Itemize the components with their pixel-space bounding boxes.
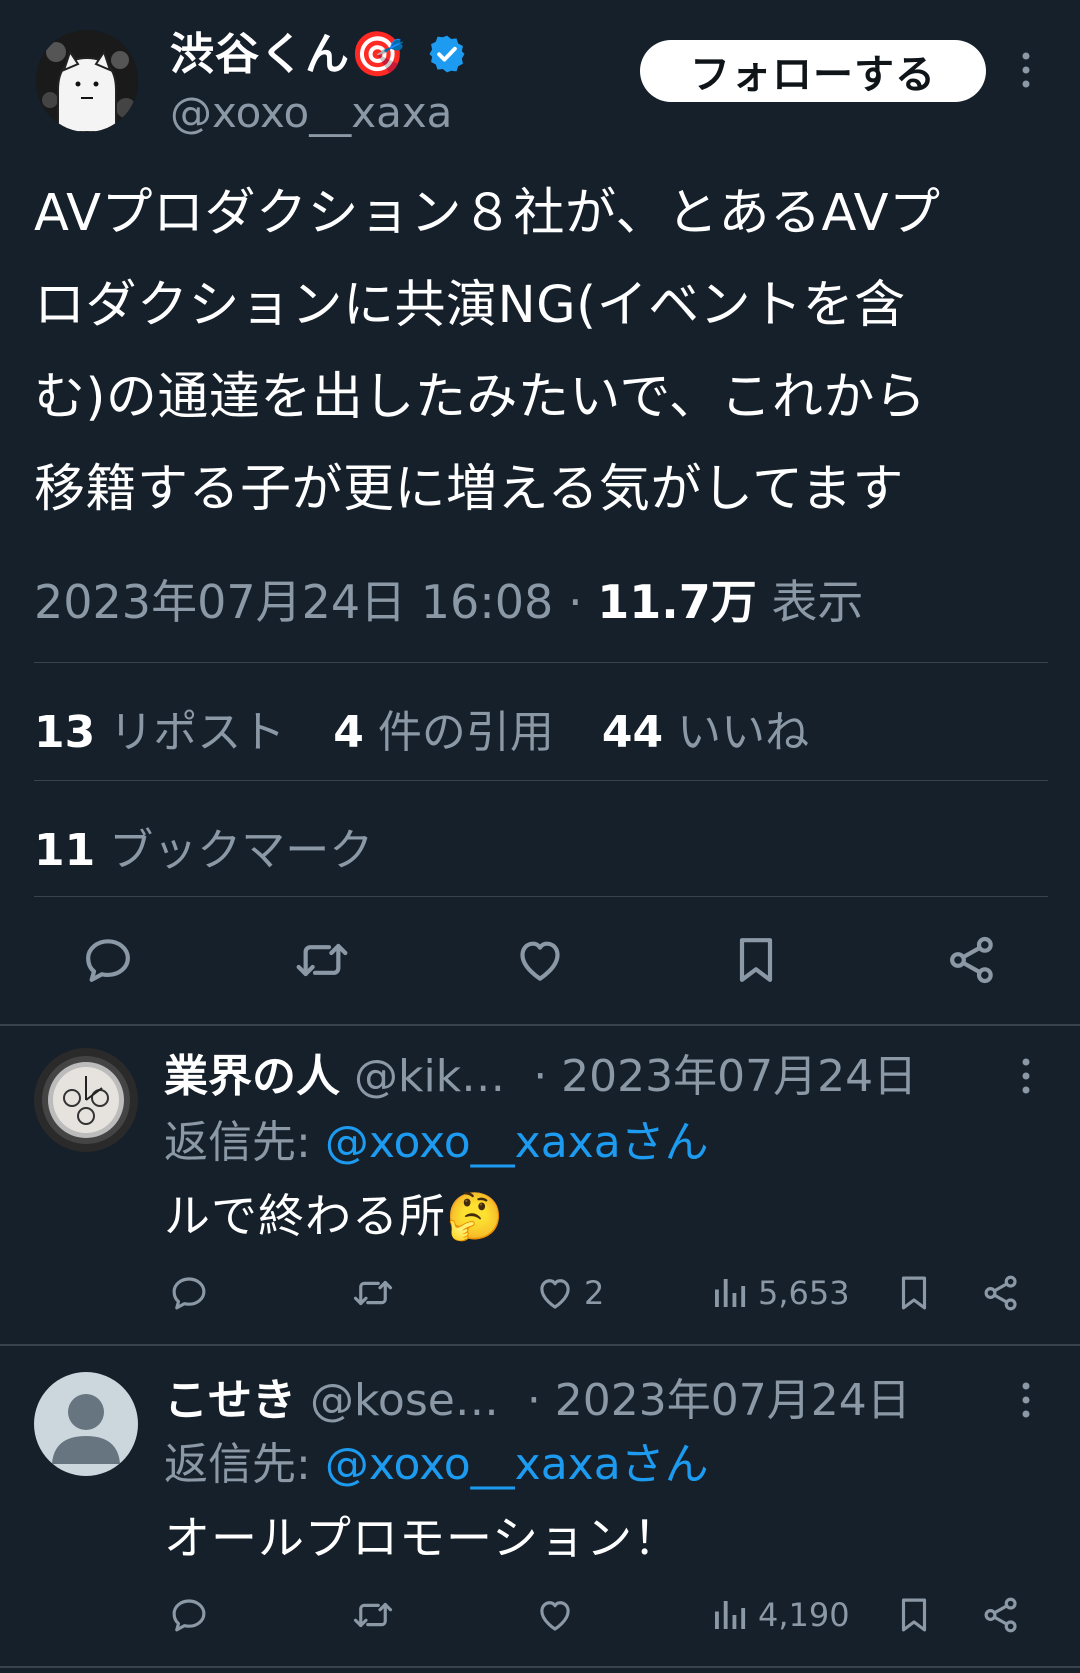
views-count: 11.7万 [597, 575, 757, 629]
divider [0, 1344, 1080, 1346]
like-icon[interactable] [512, 932, 568, 988]
reply-like-count: 2 [584, 1274, 605, 1312]
tweet-text-line: AVプロダクション８社が、とあるAVプ [34, 184, 941, 243]
bookmark-icon [901, 1276, 927, 1310]
reply-header: こせき @kose… · 2023年07月24日 [164, 1364, 911, 1428]
reply-handle[interactable]: @kose… [310, 1375, 499, 1426]
reply-like-button[interactable]: 2 [534, 1272, 604, 1314]
analytics-icon [715, 1601, 746, 1629]
repost-icon [353, 1280, 393, 1306]
reply-to-label: 返信先: [164, 1439, 325, 1490]
reply-icon [172, 1599, 206, 1632]
reply-bookmark-button[interactable] [893, 1594, 935, 1636]
reply-share-button[interactable] [980, 1272, 1022, 1314]
repost-icon[interactable] [294, 932, 350, 988]
follow-button[interactable]: フォローする [640, 40, 986, 102]
reply-display-name[interactable]: こせき [164, 1375, 296, 1426]
reply-header: 業界の人 @kik… · 2023年07月24日 [164, 1040, 917, 1104]
author-handle[interactable]: @xoxo__xaxa [170, 88, 452, 137]
reply-views-button[interactable]: 4,190 [708, 1594, 850, 1636]
author-name[interactable]: 渋谷くん🎯 [170, 18, 468, 82]
reply-avatar[interactable] [34, 1372, 138, 1476]
tweet-timestamp[interactable]: 2023年07月24日 16:08 [34, 575, 553, 629]
reply-icon[interactable] [80, 932, 136, 988]
reply-handle[interactable]: @kik… [354, 1051, 505, 1102]
reply-reply-button[interactable] [168, 1594, 210, 1636]
reply-more-icon[interactable] [1016, 1056, 1036, 1096]
engagement-stats: 13 リポスト 4 件の引用 44 いいね [34, 696, 843, 760]
reply-avatar[interactable] [34, 1048, 138, 1152]
author-display-name: 渋谷くん🎯 [170, 29, 406, 80]
reply-reply-button[interactable] [168, 1272, 210, 1314]
tweet-text-line: ロダクションに共演NG(イベントを含 [34, 276, 906, 335]
more-options-icon[interactable] [1016, 50, 1036, 90]
divider [34, 896, 1048, 897]
reply-bookmark-button[interactable] [893, 1272, 935, 1314]
reply-text: ルで終わる所🤔 [164, 1189, 505, 1243]
author-avatar[interactable] [36, 30, 138, 132]
reply-view-count: 5,653 [758, 1274, 850, 1312]
reply-repost-button[interactable] [352, 1272, 394, 1314]
bookmark-icon[interactable] [728, 932, 784, 988]
like-icon [540, 1279, 570, 1309]
reply-like-button[interactable] [534, 1594, 584, 1636]
reply-date[interactable]: · 2023年07月24日 [527, 1375, 911, 1426]
reply-display-name[interactable]: 業界の人 [164, 1051, 340, 1102]
divider [0, 1024, 1080, 1026]
divider [0, 1666, 1080, 1668]
tweet-meta: 2023年07月24日 16:08 · 11.7万 表示 [34, 566, 863, 632]
reply-icon [172, 1277, 206, 1310]
verified-badge-icon [429, 35, 465, 73]
bookmarks-stat[interactable]: 11 ブックマーク [34, 814, 373, 878]
share-icon [984, 1275, 1017, 1311]
reply-date[interactable]: · 2023年07月24日 [533, 1051, 917, 1102]
divider [34, 780, 1048, 781]
tweet-text-line: 移籍する子が更に増える気がしてます [34, 460, 904, 519]
like-icon [540, 1601, 570, 1631]
tweet-text: AVプロダクション８社が、とあるAVプ ロダクションに共演NG(イベントを含 む… [34, 168, 1034, 536]
reply-to-label: 返信先: [164, 1117, 325, 1168]
share-icon [984, 1597, 1017, 1633]
divider [34, 662, 1048, 663]
analytics-icon [715, 1279, 746, 1307]
likes-stat[interactable]: 44 いいね [602, 707, 809, 758]
reply-more-icon[interactable] [1016, 1380, 1036, 1420]
meta-separator: · [553, 575, 598, 629]
reply-to-line: 返信先: @xoxo__xaxaさん [164, 1106, 709, 1170]
quotes-stat[interactable]: 4 件の引用 [333, 707, 554, 758]
reply-views-button[interactable]: 5,653 [708, 1272, 850, 1314]
reply-share-button[interactable] [980, 1594, 1022, 1636]
tweet-text-line: む)の通達を出したみたいで、これから [34, 368, 927, 427]
reply-text: オールプロモーション！ [164, 1511, 681, 1565]
repost-icon [353, 1602, 393, 1628]
reply-view-count: 4,190 [758, 1596, 850, 1634]
reposts-stat[interactable]: 13 リポスト [34, 707, 285, 758]
reply-to-line: 返信先: @xoxo__xaxaさん [164, 1428, 709, 1492]
views-label: 表示 [756, 575, 864, 629]
reply-to-handle[interactable]: @xoxo__xaxaさん [325, 1439, 709, 1490]
reply-repost-button[interactable] [352, 1594, 394, 1636]
reply-to-handle[interactable]: @xoxo__xaxaさん [325, 1117, 709, 1168]
bookmark-icon [901, 1598, 927, 1632]
share-icon[interactable] [944, 932, 1000, 988]
